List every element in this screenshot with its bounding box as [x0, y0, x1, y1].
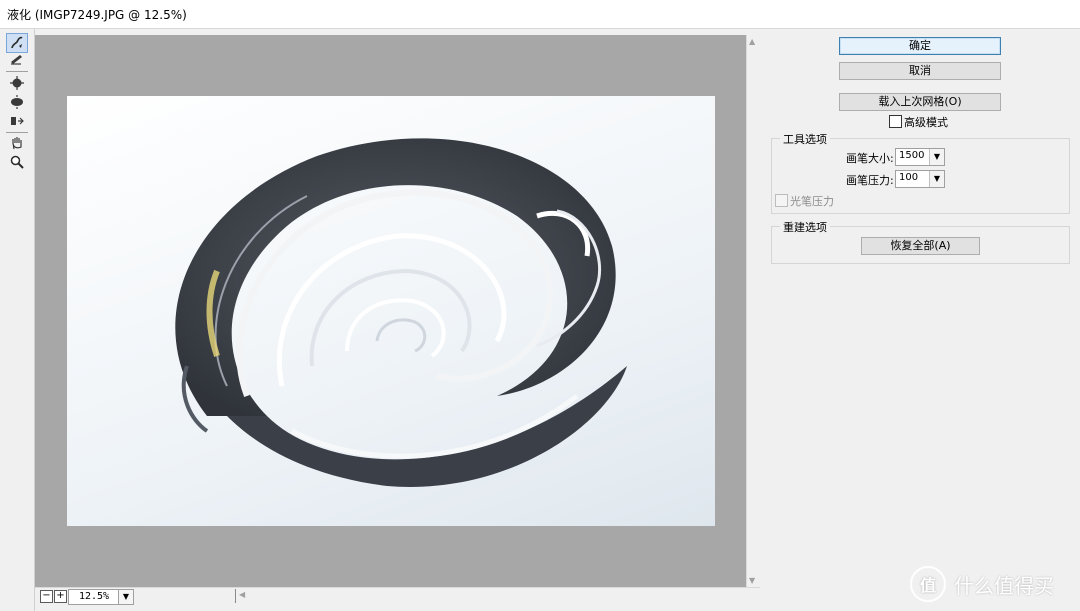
chevron-down-icon[interactable]: ▼ — [118, 589, 134, 605]
advanced-mode-checkbox[interactable]: 高级模式 — [889, 114, 948, 130]
tool-divider — [6, 132, 28, 133]
watermark: 值 什么值得买 — [910, 566, 1054, 602]
brush-pressure-field[interactable]: 100 ▼ — [895, 170, 945, 188]
checkbox-box[interactable] — [775, 194, 788, 207]
push-left-icon[interactable] — [7, 112, 27, 130]
reconstruct-options-title: 重建选项 — [780, 219, 830, 235]
load-last-mesh-button[interactable]: 载入上次网格(O) — [839, 93, 1001, 111]
bloat-icon[interactable] — [7, 93, 27, 111]
zoom-in-button[interactable]: + — [54, 590, 67, 603]
preview-canvas[interactable] — [35, 35, 746, 587]
horizontal-scrollbar[interactable]: ◀ — [235, 589, 756, 603]
stylus-pressure-checkbox[interactable]: 光笔压力 — [775, 193, 834, 209]
zoom-level-field[interactable]: 12.5% — [68, 589, 120, 605]
tool-options-title: 工具选项 — [780, 131, 830, 147]
restore-all-button[interactable]: 恢复全部(A) — [861, 237, 980, 255]
brush-size-label: 画笔大小: — [846, 152, 894, 165]
pucker-icon[interactable] — [7, 74, 27, 92]
title-bar: 液化 (IMGP7249.JPG @ 12.5%) — [0, 0, 1080, 29]
brush-pressure-value[interactable]: 100 — [899, 172, 918, 183]
watermark-logo: 值 — [910, 566, 946, 602]
tool-divider — [6, 71, 28, 72]
chevron-down-icon[interactable]: ▼ — [929, 171, 944, 187]
cancel-button[interactable]: 取消 — [839, 62, 1001, 80]
zoom-out-button[interactable]: − — [40, 590, 53, 603]
scroll-down-icon[interactable]: ▼ — [749, 576, 755, 585]
brush-size-value[interactable]: 1500 — [899, 150, 924, 161]
checkbox-box[interactable] — [889, 115, 902, 128]
liquified-image[interactable] — [67, 96, 715, 526]
hand-icon[interactable] — [7, 134, 27, 152]
zoom-icon[interactable] — [7, 153, 27, 171]
stylus-pressure-label: 光笔压力 — [790, 195, 834, 208]
brush-size-field[interactable]: 1500 ▼ — [895, 148, 945, 166]
vertical-scrollbar[interactable]: ▲ ▼ — [746, 35, 761, 587]
brush-pressure-label: 画笔压力: — [846, 174, 894, 187]
watermark-text: 什么值得买 — [954, 573, 1054, 598]
advanced-mode-label: 高级模式 — [904, 116, 948, 129]
zoom-bar: − + 12.5% ▼ ◀ — [35, 587, 760, 606]
ok-button[interactable]: 确定 — [839, 37, 1001, 55]
window-title: 液化 (IMGP7249.JPG @ 12.5%) — [7, 8, 187, 22]
forward-warp-icon[interactable] — [6, 33, 28, 53]
scroll-left-icon[interactable]: ◀ — [239, 590, 245, 599]
reconstruct-icon[interactable] — [7, 51, 27, 69]
tool-panel — [0, 29, 35, 611]
chevron-down-icon[interactable]: ▼ — [929, 149, 944, 165]
scroll-up-icon[interactable]: ▲ — [749, 37, 755, 46]
swirl-image — [175, 138, 627, 487]
